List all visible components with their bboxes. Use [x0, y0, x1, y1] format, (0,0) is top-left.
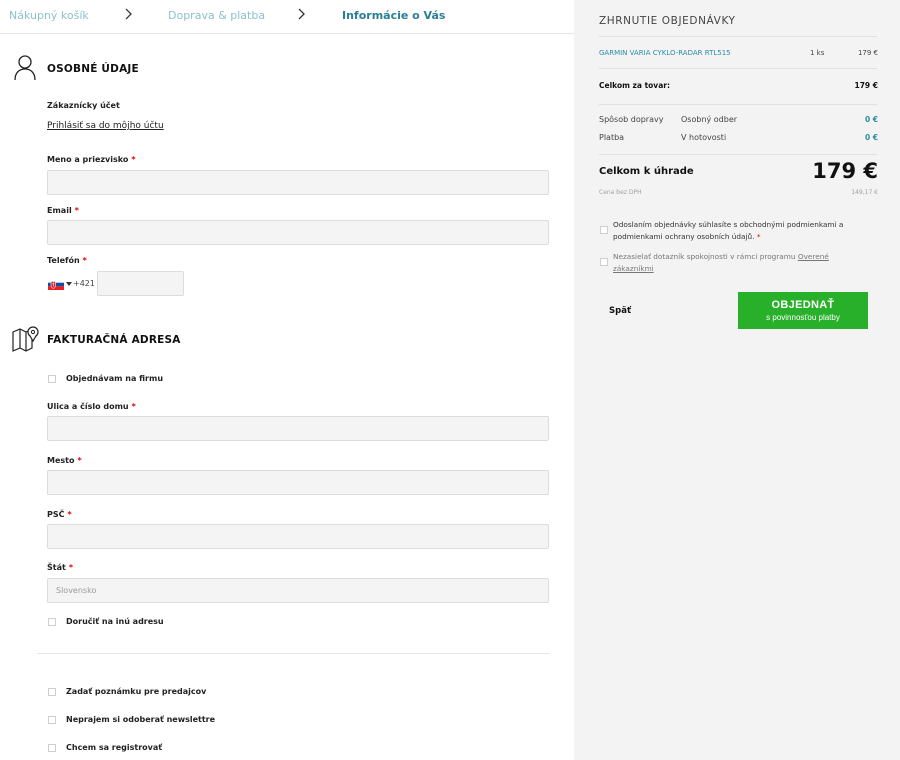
map-pin-icon [12, 326, 39, 352]
email-label: Email * [47, 206, 79, 215]
personal-section-header: OSOBNÉ ÚDAJE [12, 54, 552, 86]
required-mark: * [131, 155, 136, 164]
chevron-right-icon [125, 8, 132, 20]
survey-text[interactable]: Nezasielať dotazník spokojnosti v rámci … [613, 251, 853, 275]
grand-total-label: Celkom k úhrade [599, 166, 694, 177]
other-address-checkbox[interactable] [48, 618, 56, 626]
survey-checkbox[interactable] [600, 258, 608, 266]
required-mark: * [77, 456, 82, 465]
zip-label: PSČ * [47, 510, 72, 519]
phone-label: Telefón * [47, 256, 87, 265]
checkout-form-column: Nákupný košík Doprava & platba Informáci… [0, 0, 574, 760]
company-checkbox-label[interactable]: Objednávam na firmu [66, 374, 163, 383]
country-label-text: Štát [47, 563, 66, 572]
required-mark: * [68, 563, 73, 572]
grand-total-value: 179 € [812, 159, 878, 183]
name-label: Meno a priezvisko * [47, 155, 136, 164]
phone-label-text: Telefón [47, 256, 80, 265]
email-field[interactable] [47, 220, 549, 245]
order-summary-panel: ZHRNUTIE OBJEDNÁVKY GARMIN VARIA CYKLO-R… [574, 0, 900, 760]
note-checkbox[interactable] [48, 688, 56, 696]
user-icon [14, 55, 36, 81]
survey-text-content: Nezasielať dotazník spokojnosti v rámci … [613, 252, 796, 261]
slovakia-flag-icon[interactable] [48, 279, 64, 290]
account-label: Zákaznícky účet [47, 101, 120, 110]
zip-field[interactable] [47, 524, 549, 549]
name-label-text: Meno a priezvisko [47, 155, 129, 164]
vat-label: Cena bez DPH [599, 189, 642, 196]
step-customer-info[interactable]: Informácie o Vás [342, 9, 445, 22]
zip-label-text: PSČ [47, 510, 65, 519]
summary-divider [599, 104, 877, 105]
city-field[interactable] [47, 470, 549, 495]
order-button-label: OBJEDNAŤ [771, 299, 835, 311]
billing-section-header: FAKTURAČNÁ ADRESA [12, 325, 552, 357]
phone-field[interactable] [97, 271, 184, 296]
phone-country-code[interactable]: +421 [73, 279, 95, 288]
email-label-text: Email [47, 206, 72, 215]
company-checkbox[interactable] [48, 375, 56, 383]
login-link[interactable]: Prihlásiť sa do môjho účtu [47, 121, 164, 131]
checkout-steps: Nákupný košík Doprava & platba Informáci… [0, 0, 574, 34]
other-address-label[interactable]: Doručiť na inú adresu [66, 617, 164, 626]
product-quantity: 1 ks [810, 49, 825, 57]
required-mark: * [67, 510, 72, 519]
payment-value: V hotovosti [681, 133, 727, 142]
name-field[interactable] [47, 170, 549, 195]
required-mark: * [74, 206, 79, 215]
back-button[interactable]: Späť [609, 306, 631, 316]
newsletter-checkbox[interactable] [48, 716, 56, 724]
required-mark: * [131, 402, 136, 411]
terms-text-content: Odoslaním objednávky súhlasíte s obchodn… [613, 220, 844, 241]
summary-title: ZHRNUTIE OBJEDNÁVKY [599, 15, 736, 27]
order-button-sublabel: s povinnosťou platby [766, 313, 840, 322]
personal-section-title: OSOBNÉ ÚDAJE [47, 63, 139, 75]
city-label: Mesto * [47, 456, 82, 465]
summary-divider [599, 68, 877, 69]
summary-divider [599, 154, 877, 155]
goods-total-label: Celkom za tovar: [599, 81, 670, 90]
register-checkbox-label[interactable]: Chcem sa registrovať [66, 743, 162, 752]
chevron-down-icon[interactable] [66, 282, 72, 286]
order-button[interactable]: OBJEDNAŤ s povinnosťou platby [738, 292, 868, 329]
newsletter-checkbox-label[interactable]: Neprajem si odoberať newslettre [66, 715, 215, 724]
shipping-value: Osobný odber [681, 115, 738, 124]
product-price: 179 € [857, 49, 878, 57]
note-checkbox-label[interactable]: Zadať poznámku pre predajcov [66, 687, 206, 696]
shipping-label: Spôsob dopravy [599, 115, 664, 124]
product-name-link[interactable]: GARMIN VARIA CYKLO-RADAR RTL515 [599, 49, 731, 57]
street-field[interactable] [47, 416, 549, 441]
billing-section-title: FAKTURAČNÁ ADRESA [47, 334, 181, 346]
register-checkbox[interactable] [48, 744, 56, 752]
terms-text[interactable]: Odoslaním objednávky súhlasíte s obchodn… [613, 219, 853, 243]
required-mark: * [82, 256, 87, 265]
summary-divider [599, 36, 877, 37]
terms-checkbox[interactable] [600, 226, 608, 234]
shipping-price: 0 € [864, 115, 878, 124]
required-mark: * [756, 232, 761, 241]
payment-price: 0 € [864, 133, 878, 142]
vat-value: 149,17 € [851, 189, 878, 196]
step-cart[interactable]: Nákupný košík [9, 9, 89, 22]
section-divider [37, 653, 549, 654]
chevron-right-icon [298, 8, 305, 20]
street-label: Ulica a číslo domu * [47, 402, 136, 411]
city-label-text: Mesto [47, 456, 75, 465]
goods-total-value: 179 € [854, 81, 879, 90]
country-label: Štát * [47, 563, 73, 572]
payment-label: Platba [599, 133, 625, 142]
country-select-value: Slovensko [56, 586, 97, 595]
step-shipping-payment[interactable]: Doprava & platba [168, 9, 265, 22]
street-label-text: Ulica a číslo domu [47, 402, 129, 411]
country-select[interactable]: Slovensko [47, 578, 549, 603]
